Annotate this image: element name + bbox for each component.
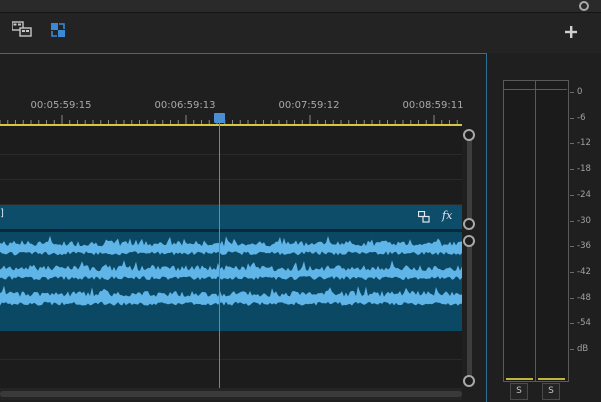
waveform-channel-3 xyxy=(0,285,462,306)
meter-scale-label: -42 xyxy=(577,266,591,277)
clip-label: ] xyxy=(0,208,4,219)
playhead-handle[interactable] xyxy=(214,113,225,123)
meter-scale-label: 0 xyxy=(577,87,583,97)
audio-track[interactable] xyxy=(0,360,462,389)
panel-resize-knob[interactable] xyxy=(579,1,589,11)
meter-scale-tick xyxy=(570,297,574,299)
meter-level xyxy=(538,378,565,380)
audio-track[interactable] xyxy=(0,331,462,360)
horizontal-scrollbar[interactable] xyxy=(0,391,462,397)
peak-indicator[interactable] xyxy=(536,81,567,90)
meter-scale-tick xyxy=(570,349,574,350)
snap-icon[interactable] xyxy=(50,22,66,38)
video-scrollbar[interactable] xyxy=(467,136,472,220)
meter-scale-label: -18 xyxy=(577,164,591,175)
video-track[interactable] xyxy=(0,180,462,205)
meter-scale-label: -54 xyxy=(577,318,591,329)
scroll-knob[interactable] xyxy=(463,218,475,230)
scroll-knob[interactable] xyxy=(463,235,475,247)
top-strip xyxy=(0,0,601,13)
meter-channel-right xyxy=(536,81,567,381)
video-track[interactable] xyxy=(0,155,462,180)
audio-clip-header[interactable]: ] xyxy=(0,205,462,229)
vertical-scrollbars xyxy=(463,126,475,388)
waveform-shape xyxy=(0,285,462,306)
timecode-label: 00:07:59:12 xyxy=(278,100,340,111)
solo-button-right[interactable]: S xyxy=(542,383,560,400)
audio-scrollbar[interactable] xyxy=(467,244,472,380)
waveform-channel-2 xyxy=(0,260,462,281)
meter-scale-tick xyxy=(570,220,574,222)
peak-indicator[interactable] xyxy=(504,81,535,90)
meter-scale-tick xyxy=(570,169,574,171)
meter-scale-label: -30 xyxy=(577,215,591,226)
meter-scale-tick xyxy=(570,194,574,196)
scroll-knob[interactable] xyxy=(463,375,475,387)
audio-meter xyxy=(503,80,569,382)
meter-scale-label: dB xyxy=(577,344,589,354)
clip-link-icon[interactable] xyxy=(417,208,430,223)
scroll-knob[interactable] xyxy=(463,129,475,141)
meter-scale-tick xyxy=(570,246,574,248)
fx-icon[interactable]: fx xyxy=(441,207,455,222)
meter-scale-label: -24 xyxy=(577,189,591,200)
timecode-label: 00:08:59:11 xyxy=(402,100,464,111)
solo-button-left[interactable]: S xyxy=(510,383,528,400)
timecode-label: 00:05:59:15 xyxy=(30,100,92,111)
meter-scale-label: -36 xyxy=(577,241,591,252)
meter-scale-tick xyxy=(570,92,574,93)
link-selection-icon[interactable] xyxy=(11,21,32,37)
meter-scale-label: -48 xyxy=(577,292,591,303)
meter-scale-tick xyxy=(570,323,574,325)
timeline-toolbar xyxy=(0,13,601,53)
ruler-ticks xyxy=(0,115,458,124)
timecode-label: 00:06:59:13 xyxy=(154,100,216,111)
playhead-line xyxy=(219,120,220,388)
meter-scale-tick xyxy=(570,143,574,145)
waveform-channel-1 xyxy=(0,235,462,256)
meter-scale-tick xyxy=(570,117,574,119)
add-marker-icon[interactable] xyxy=(565,23,577,38)
svg-text:fx: fx xyxy=(441,209,453,222)
meter-scale-label: -12 xyxy=(577,138,591,149)
meter-scale-label: -6 xyxy=(577,112,586,123)
meter-channel-left xyxy=(504,81,536,381)
waveform-shape xyxy=(0,235,462,256)
video-track[interactable] xyxy=(0,126,462,155)
meter-level xyxy=(506,378,533,380)
waveform-shape xyxy=(0,260,462,281)
meter-scale-tick xyxy=(570,271,574,273)
